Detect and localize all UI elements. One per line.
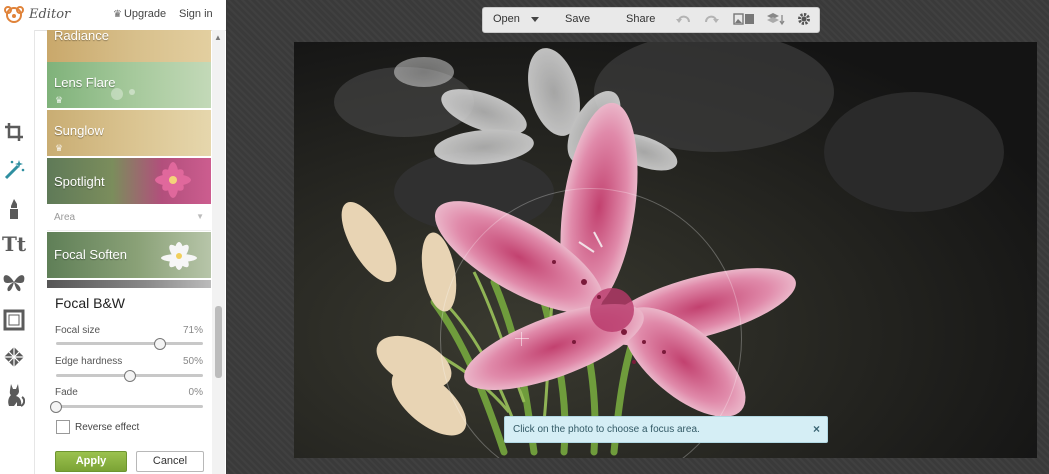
slider-knob[interactable]	[154, 338, 167, 350]
left-panel: Editor ♛ Upgrade Sign in Tt Radiance Len…	[0, 0, 226, 474]
effect-spotlight[interactable]: Spotlight	[47, 158, 211, 204]
focus-crosshair	[521, 332, 522, 346]
hint-text: Click on the photo to choose a focus are…	[513, 424, 700, 435]
slider-value: 50%	[182, 356, 203, 367]
app-name: Editor	[29, 7, 71, 22]
panel-title: Focal B&W	[55, 295, 126, 311]
layers-icon[interactable]	[766, 12, 786, 26]
slider-label: Focal size	[55, 325, 101, 336]
area-label: Area	[54, 212, 76, 223]
effect-label: Spotlight	[54, 174, 105, 189]
effects-scrollbar[interactable]	[212, 30, 225, 474]
slider-label: Fade	[55, 387, 78, 398]
touch-up-lipstick-icon[interactable]	[0, 193, 28, 223]
compare-images-icon[interactable]	[733, 12, 755, 26]
sign-in-link[interactable]: Sign in	[179, 8, 213, 20]
undo-icon[interactable]	[676, 12, 692, 26]
effect-label: Radiance	[54, 30, 109, 43]
edge-hardness-slider[interactable]	[56, 370, 203, 382]
logo-icon	[4, 6, 24, 23]
slider-knob[interactable]	[123, 370, 136, 382]
lotus-decoration	[161, 242, 197, 270]
share-button[interactable]: Share	[626, 13, 655, 25]
effect-focal-bw-thumbnail	[47, 280, 211, 288]
hint-banner: Click on the photo to choose a focus are…	[504, 416, 828, 443]
upgrade-label: Upgrade	[123, 8, 167, 20]
top-toolbar: Open Save Share	[482, 7, 820, 33]
area-section-header[interactable]: Area ▼	[47, 206, 211, 231]
premium-crown-icon: ♛	[55, 95, 64, 105]
reverse-effect-label: Reverse effect	[75, 422, 140, 433]
open-menu-button[interactable]: Open	[493, 13, 520, 25]
crop-icon[interactable]	[0, 117, 28, 147]
divider	[34, 30, 35, 474]
crown-icon: ♛	[113, 9, 122, 20]
redo-icon[interactable]	[703, 12, 719, 26]
close-icon[interactable]: ×	[813, 422, 820, 436]
active-tool-notch	[29, 186, 37, 208]
effect-sunglow[interactable]: Sunglow ♛	[47, 110, 211, 156]
effect-lens-flare[interactable]: Lens Flare ♛	[47, 62, 211, 108]
overlays-butterfly-icon[interactable]	[0, 267, 28, 297]
premium-crown-icon: ♛	[55, 143, 64, 153]
fade-slider[interactable]	[50, 401, 203, 413]
effect-focal-soften[interactable]: Focal Soften	[47, 232, 211, 278]
save-button[interactable]: Save	[565, 13, 590, 25]
slider-label: Edge hardness	[55, 356, 123, 367]
slider-value: 71%	[182, 325, 203, 336]
slider-knob[interactable]	[50, 401, 62, 413]
upgrade-link[interactable]: ♛ Upgrade	[113, 8, 166, 20]
chevron-down-icon[interactable]	[531, 17, 539, 22]
top-bar: Editor ♛ Upgrade Sign in	[0, 0, 226, 31]
apply-button[interactable]: Apply	[55, 451, 127, 472]
spotlight-flower-decoration	[155, 162, 191, 198]
reverse-effect-checkbox[interactable]	[56, 420, 70, 434]
effect-radiance[interactable]: Radiance	[47, 30, 211, 62]
focal-size-slider[interactable]	[56, 338, 203, 350]
seasonal-cat-icon[interactable]	[0, 380, 28, 410]
photo-canvas[interactable]	[294, 42, 1037, 458]
cancel-button[interactable]: Cancel	[136, 451, 204, 472]
effect-label: Sunglow	[54, 123, 104, 138]
chevron-down-icon: ▼	[196, 212, 204, 221]
scroll-up-arrow-icon[interactable]: ▲	[214, 33, 222, 42]
settings-gear-icon[interactable]	[797, 12, 811, 26]
tool-sidebar: Tt	[0, 30, 37, 474]
textures-icon[interactable]	[0, 342, 28, 372]
effects-wand-icon[interactable]	[0, 155, 28, 185]
slider-value: 0%	[188, 387, 203, 398]
scrollbar-thumb[interactable]	[215, 306, 222, 378]
frames-icon[interactable]	[0, 305, 28, 335]
focus-crosshair	[515, 338, 529, 339]
text-icon[interactable]: Tt	[0, 229, 28, 259]
canvas-area: Open Save Share Click on the photo to ch…	[227, 0, 1049, 474]
focal-bw-settings-panel: Focal B&W Focal size 71% Edge hardness 5…	[47, 288, 211, 474]
effect-label: Lens Flare	[54, 75, 116, 90]
effect-label: Focal Soften	[54, 247, 127, 262]
